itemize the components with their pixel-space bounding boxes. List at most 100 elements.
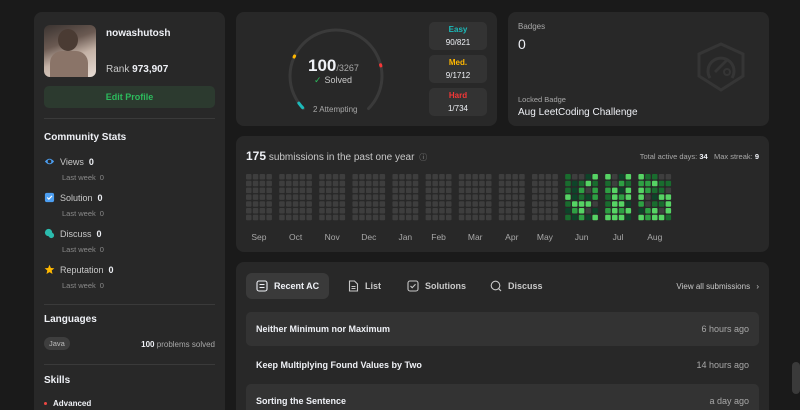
heatmap-cell[interactable] <box>592 174 598 180</box>
heatmap-cell[interactable] <box>406 174 412 180</box>
heatmap-cell[interactable] <box>339 208 346 214</box>
view-all-submissions-link[interactable]: View all submissions › <box>676 282 759 291</box>
tab-recent-ac[interactable]: Recent AC <box>246 273 330 299</box>
heatmap-cell[interactable] <box>665 187 672 194</box>
heatmap-cell[interactable] <box>446 174 452 180</box>
heatmap-cell[interactable] <box>259 201 266 207</box>
heatmap-cell[interactable] <box>339 174 346 180</box>
heatmap-cell[interactable] <box>618 194 625 200</box>
heatmap-cell[interactable] <box>352 187 358 194</box>
heatmap-cell[interactable] <box>392 214 398 221</box>
heatmap-cell[interactable] <box>352 201 358 207</box>
heatmap-cell[interactable] <box>326 180 332 187</box>
heatmap-cell[interactable] <box>446 194 452 200</box>
heatmap-cell[interactable] <box>552 194 558 200</box>
heatmap-cell[interactable] <box>592 187 598 194</box>
heatmap-cell[interactable] <box>519 214 525 221</box>
heatmap-cell[interactable] <box>652 194 658 200</box>
heatmap-cell[interactable] <box>425 194 432 200</box>
heatmap-cell[interactable] <box>565 187 571 194</box>
heatmap-cell[interactable] <box>432 201 438 207</box>
heatmap-cell[interactable] <box>465 201 472 207</box>
heatmap-cell[interactable] <box>565 174 571 180</box>
heatmap-cell[interactable] <box>479 214 485 221</box>
heatmap-cell[interactable] <box>266 201 272 207</box>
heatmap-cell[interactable] <box>479 201 485 207</box>
heatmap-cell[interactable] <box>545 208 552 214</box>
heatmap-cell[interactable] <box>512 201 518 207</box>
heatmap-cell[interactable] <box>458 194 465 200</box>
heatmap-cell[interactable] <box>512 194 518 200</box>
heatmap-cell[interactable] <box>565 201 571 207</box>
heatmap-cell[interactable] <box>432 214 438 221</box>
skill-level-advanced[interactable]: Advanced <box>44 399 91 408</box>
heatmap-cell[interactable] <box>359 214 365 221</box>
heatmap-cell[interactable] <box>332 214 339 221</box>
heatmap-cell[interactable] <box>618 187 625 194</box>
heatmap-cell[interactable] <box>465 180 472 187</box>
heatmap-cell[interactable] <box>326 208 332 214</box>
heatmap-cell[interactable] <box>412 208 419 214</box>
heatmap-cell[interactable] <box>585 174 592 180</box>
heatmap-cell[interactable] <box>299 214 306 221</box>
heatmap-cell[interactable] <box>479 174 485 180</box>
heatmap-cell[interactable] <box>532 208 538 214</box>
heatmap-cell[interactable] <box>286 208 292 214</box>
heatmap-cell[interactable] <box>326 201 332 207</box>
heatmap-cell[interactable] <box>366 214 372 221</box>
heatmap-cell[interactable] <box>319 208 325 214</box>
heatmap-cell[interactable] <box>359 201 365 207</box>
difficulty-medium[interactable]: Med. 9/1712 <box>429 55 487 83</box>
heatmap-cell[interactable] <box>486 187 492 194</box>
locked-badge-name[interactable]: Aug LeetCoding Challenge <box>518 107 638 118</box>
heatmap-cell[interactable] <box>512 214 518 221</box>
heatmap-cell[interactable] <box>366 201 372 207</box>
heatmap-cell[interactable] <box>339 187 346 194</box>
heatmap-cell[interactable] <box>246 201 252 207</box>
heatmap-cell[interactable] <box>366 187 372 194</box>
heatmap-cell[interactable] <box>612 208 618 214</box>
heatmap-cell[interactable] <box>372 187 379 194</box>
heatmap-cell[interactable] <box>372 201 379 207</box>
heatmap-cell[interactable] <box>319 174 325 180</box>
heatmap-cell[interactable] <box>458 208 465 214</box>
heatmap-cell[interactable] <box>319 187 325 194</box>
heatmap-cell[interactable] <box>519 174 525 180</box>
heatmap-cell[interactable] <box>412 214 419 221</box>
heatmap-cell[interactable] <box>472 214 478 221</box>
heatmap-cell[interactable] <box>645 194 651 200</box>
heatmap-cell[interactable] <box>339 180 346 187</box>
heatmap-cell[interactable] <box>266 214 272 221</box>
heatmap-cell[interactable] <box>505 214 512 221</box>
heatmap-cell[interactable] <box>665 194 672 200</box>
heatmap-cell[interactable] <box>545 174 552 180</box>
heatmap-cell[interactable] <box>279 194 285 200</box>
heatmap-cell[interactable] <box>578 201 585 207</box>
heatmap-cell[interactable] <box>652 174 658 180</box>
heatmap-cell[interactable] <box>638 194 644 200</box>
heatmap-cell[interactable] <box>618 180 625 187</box>
heatmap-cell[interactable] <box>425 201 432 207</box>
heatmap-cell[interactable] <box>512 180 518 187</box>
heatmap-cell[interactable] <box>605 180 611 187</box>
heatmap-cell[interactable] <box>319 201 325 207</box>
heatmap-cell[interactable] <box>532 214 538 221</box>
heatmap-cell[interactable] <box>658 180 665 187</box>
edit-profile-button[interactable]: Edit Profile <box>44 86 215 108</box>
heatmap-cell[interactable] <box>306 201 312 207</box>
heatmap-cell[interactable] <box>505 208 512 214</box>
heatmap-cell[interactable] <box>538 194 545 200</box>
heatmap-cell[interactable] <box>399 194 405 200</box>
heatmap-cell[interactable] <box>432 194 438 200</box>
heatmap-cell[interactable] <box>266 180 272 187</box>
heatmap-cell[interactable] <box>565 194 571 200</box>
heatmap-cell[interactable] <box>505 174 512 180</box>
heatmap-cell[interactable] <box>665 208 672 214</box>
heatmap-cell[interactable] <box>446 208 452 214</box>
heatmap-cell[interactable] <box>292 201 299 207</box>
heatmap-cell[interactable] <box>406 201 412 207</box>
heatmap-cell[interactable] <box>665 174 672 180</box>
heatmap-cell[interactable] <box>572 180 578 187</box>
heatmap-cell[interactable] <box>458 214 465 221</box>
heatmap-cell[interactable] <box>486 180 492 187</box>
